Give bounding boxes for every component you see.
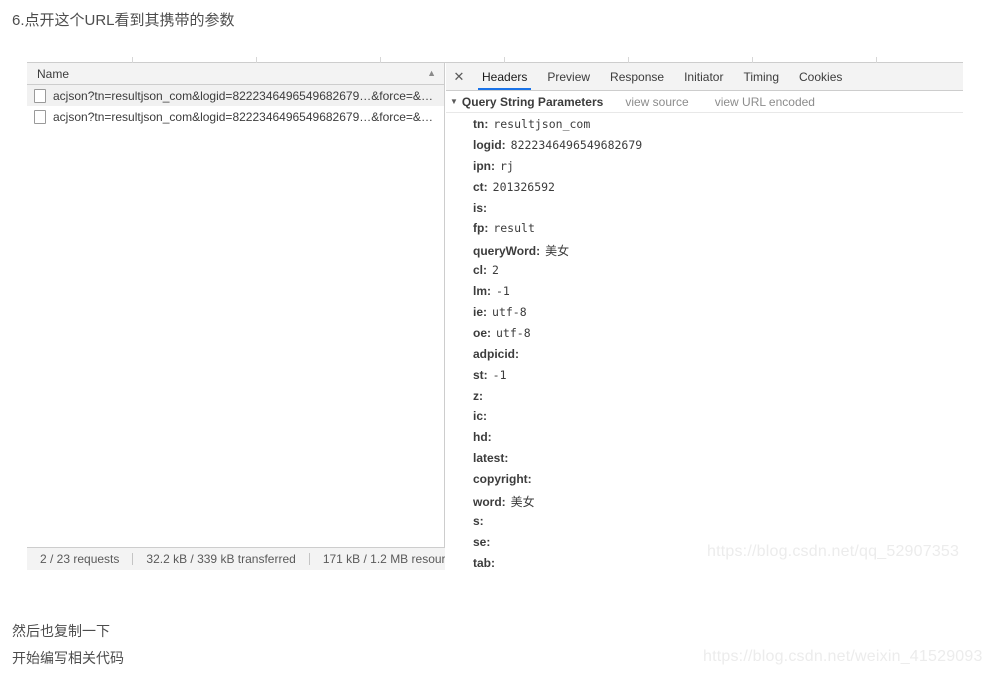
query-parameter-key: ct: — [473, 179, 488, 194]
document-icon — [34, 88, 46, 103]
query-parameter-key: fp: — [473, 221, 489, 236]
query-parameter-row: ipn: rj — [446, 159, 963, 180]
query-parameter-key: se: — [473, 534, 491, 549]
query-parameter-row: ct: 201326592 — [446, 180, 963, 201]
query-parameter-value: utf-8 — [496, 325, 531, 340]
table-row[interactable]: acjson?tn=resultjson_com&logid=822234649… — [27, 85, 444, 106]
query-string-parameters-section[interactable]: ▼ Query String Parameters view source vi… — [446, 92, 963, 113]
tab-initiator[interactable]: Initiator — [674, 63, 733, 90]
query-parameter-row: ie: utf-8 — [446, 305, 963, 326]
query-parameter-key: s: — [473, 513, 484, 528]
query-parameter-row: ic: — [446, 409, 963, 430]
request-detail-pane: ✕ Headers Preview Response Initiator Tim… — [446, 63, 963, 570]
query-parameter-value: rj — [500, 158, 514, 173]
close-icon[interactable]: ✕ — [446, 63, 472, 90]
query-parameter-key: queryWord: — [473, 244, 541, 259]
tab-preview[interactable]: Preview — [537, 63, 600, 90]
query-parameter-key: tab: — [473, 555, 495, 570]
status-transferred: 32.2 kB / 339 kB transferred — [146, 552, 296, 566]
document-icon — [34, 109, 46, 124]
query-parameter-row: latest: — [446, 451, 963, 472]
query-parameter-key: hd: — [473, 430, 492, 445]
sort-ascending-icon[interactable]: ▲ — [427, 69, 436, 78]
query-parameter-row: logid: 8222346496549682679 — [446, 138, 963, 159]
query-parameter-value: 美女 — [545, 244, 570, 259]
tab-headers[interactable]: Headers — [472, 63, 537, 90]
query-parameter-key: ic: — [473, 409, 488, 424]
headers-content: ▼ Query String Parameters view source vi… — [446, 91, 963, 570]
chevron-down-icon[interactable]: ▼ — [450, 98, 458, 106]
query-parameter-value: -1 — [496, 284, 510, 299]
query-parameter-key: copyright: — [473, 472, 532, 487]
query-parameter-value: result — [493, 221, 535, 236]
query-parameter-row: adpicid: — [446, 347, 963, 368]
query-parameters-list: tn: resultjson_com logid: 82223464965496826… — [446, 113, 963, 570]
query-parameter-key: word: — [473, 495, 506, 510]
query-parameter-row: word: 美女 — [446, 493, 963, 514]
column-header-name[interactable]: Name — [27, 67, 427, 81]
query-parameter-row: is: — [446, 201, 963, 222]
query-parameter-row: copyright: — [446, 472, 963, 493]
query-parameter-key: st: — [473, 367, 488, 382]
tab-timing[interactable]: Timing — [733, 63, 789, 90]
view-source-link[interactable]: view source — [625, 95, 688, 109]
query-parameter-key: is: — [473, 200, 488, 215]
query-parameter-key: oe: — [473, 325, 491, 340]
query-parameter-row: oe: utf-8 — [446, 326, 963, 347]
status-requests-count: 2 / 23 requests — [40, 552, 120, 566]
watermark-top: https://blog.csdn.net/qq_52907353 — [707, 543, 960, 560]
query-parameter-key: adpicid: — [473, 346, 520, 361]
devtools-window: Name ▲ acjson?tn=resultjson_com&logid=82… — [27, 57, 963, 570]
footer-text-line-1: 然后也复制一下 — [12, 623, 110, 639]
query-parameter-row: queryWord: 美女 — [446, 242, 963, 263]
query-parameter-row: hd: — [446, 430, 963, 451]
query-parameter-key: z: — [473, 388, 483, 403]
requests-table-header[interactable]: Name ▲ — [27, 63, 444, 85]
network-requests-pane: Name ▲ acjson?tn=resultjson_com&logid=82… — [27, 63, 445, 570]
tab-cookies[interactable]: Cookies — [789, 63, 852, 90]
query-parameter-row: s: — [446, 514, 963, 535]
query-parameter-row: lm: -1 — [446, 284, 963, 305]
query-parameter-key: latest: — [473, 451, 509, 466]
watermark-bottom: https://blog.csdn.net/weixin_41529093 — [703, 648, 983, 665]
query-parameter-value: 201326592 — [492, 179, 555, 194]
query-parameter-row: cl: 2 — [446, 263, 963, 284]
query-parameter-value: 美女 — [510, 495, 535, 510]
query-parameter-key: ie: — [473, 305, 488, 320]
network-status-bar: 2 / 23 requests 32.2 kB / 339 kB transfe… — [27, 547, 445, 570]
query-parameter-row: st: -1 — [446, 368, 963, 389]
query-parameter-row: fp: result — [446, 221, 963, 242]
query-parameter-key: logid: — [473, 137, 506, 152]
section-title: Query String Parameters — [461, 95, 604, 109]
table-row[interactable]: acjson?tn=resultjson_com&logid=822234649… — [27, 106, 444, 127]
view-url-encoded-link[interactable]: view URL encoded — [715, 95, 815, 109]
query-parameter-key: lm: — [473, 284, 491, 299]
requests-list[interactable]: acjson?tn=resultjson_com&logid=822234649… — [27, 85, 444, 547]
query-parameter-key: ipn: — [473, 158, 495, 173]
footer-text-line-2: 开始编写相关代码 — [12, 650, 124, 666]
query-parameter-value: 8222346496549682679 — [510, 137, 643, 152]
query-parameter-row: tn: resultjson_com — [446, 117, 963, 138]
query-parameter-value: utf-8 — [492, 305, 527, 320]
query-parameter-value: resultjson_com — [493, 117, 591, 131]
query-parameter-key: cl: — [473, 263, 488, 278]
tab-response[interactable]: Response — [600, 63, 674, 90]
query-parameter-value: -1 — [492, 367, 507, 382]
query-parameter-row: z: — [446, 389, 963, 410]
status-resources: 171 kB / 1.2 MB resourc — [322, 552, 445, 566]
page-title: 6.点开这个URL看到其携带的参数 — [12, 12, 235, 29]
query-parameter-key: tn: — [473, 117, 489, 131]
request-name: acjson?tn=resultjson_com&logid=822234649… — [53, 88, 433, 103]
detail-tab-strip: ✕ Headers Preview Response Initiator Tim… — [446, 63, 963, 91]
query-parameter-value: 2 — [492, 263, 499, 278]
request-name: acjson?tn=resultjson_com&logid=822234649… — [53, 109, 433, 124]
